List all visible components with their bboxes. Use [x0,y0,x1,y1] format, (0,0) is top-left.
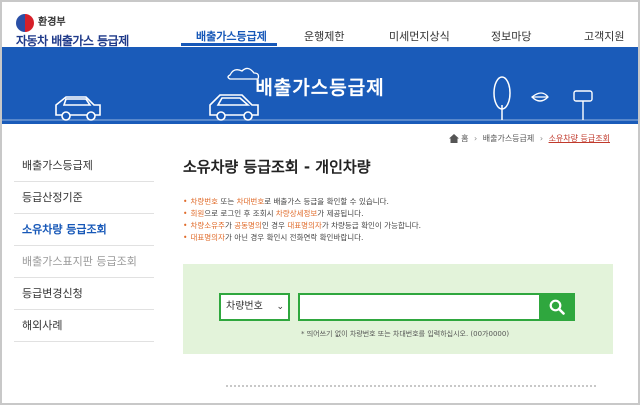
gnb-item-driving-restriction[interactable]: 운행제한 [304,28,344,44]
breadcrumb: 홈 › 배출가스등급제 › 소유차량 등급조회 [448,133,610,144]
side-nav: 배출가스등급제 등급산정기준 소유차량 등급조회 배출가스표지판 등급조회 등급… [14,150,154,342]
car-icon [55,96,101,121]
notice-item: • 차량번호 또는 차대번호로 배출가스 등급을 확인할 수 있습니다. [183,197,389,206]
home-icon [448,134,459,143]
search-type-select[interactable]: 차량번호 ⌄ [219,293,290,321]
vehicle-number-input[interactable] [298,293,541,321]
breadcrumb-current[interactable]: 소유차량 등급조회 [549,134,610,143]
notice-list: • 차량번호 또는 차대번호로 배출가스 등급을 확인할 수 있습니다. • 회원으… [183,196,421,244]
notice-item: • 차량소유주가 공동명의인 경우 대표명의자가 차량등급 확인이 가능합니다. [183,221,422,230]
taegeuk-logo-icon [16,14,34,32]
breadcrumb-level1[interactable]: 배출가스등급제 [483,134,535,143]
chevron-right-icon: › [539,134,544,143]
search-panel: 차량번호 ⌄ * 띄어쓰기 없이 차량번호 또는 차대번호를 입력하십시오. (… [183,264,613,354]
side-nav-item-vehicle-grade-lookup[interactable]: 소유차량 등급조회 [14,214,154,246]
gnb-item-customer-support[interactable]: 고객지원 [584,28,624,44]
gnb-item-emission-grade[interactable]: 배출가스등급제 [196,28,267,44]
page-title: 소유차량 등급조회 - 개인차량 [183,158,371,176]
ministry-label: 환경부 [38,17,66,28]
search-hint: * 띄어쓰기 없이 차량번호 또는 차대번호를 입력하십시오. (00가0000… [301,330,510,338]
breadcrumb-home[interactable]: 홈 [461,134,468,143]
search-type-value: 차량번호 [226,301,263,312]
side-nav-item-emission-grade[interactable]: 배출가스등급제 [14,150,154,182]
side-nav-item-grade-change-request[interactable]: 등급변경신청 [14,278,154,310]
gnb-active-indicator [181,43,277,46]
side-nav-item-grade-criteria[interactable]: 등급산정기준 [14,182,154,214]
banner-title: 배출가스등급제 [255,77,385,99]
chevron-right-icon: › [473,134,478,143]
search-icon [549,299,565,315]
hero-banner: 배출가스등급제 [2,47,638,124]
search-button[interactable] [539,293,575,321]
chevron-down-icon: ⌄ [276,302,284,312]
side-nav-item-overseas-cases[interactable]: 해외사례 [14,310,154,342]
notice-item: • 회원으로 로그인 후 조회시 차량상세정보가 제공됩니다. [183,209,364,218]
side-nav-item-sign-grade-lookup[interactable]: 배출가스표지판 등급조회 [14,246,154,278]
gnb-item-fine-dust-info[interactable]: 미세먼지상식 [389,28,450,44]
gnb-item-info-hub[interactable]: 정보마당 [491,28,531,44]
section-divider [226,385,596,387]
notice-item: • 대표명의자가 아닌 경우 확인시 전화연락 확인바랍니다. [183,233,364,242]
